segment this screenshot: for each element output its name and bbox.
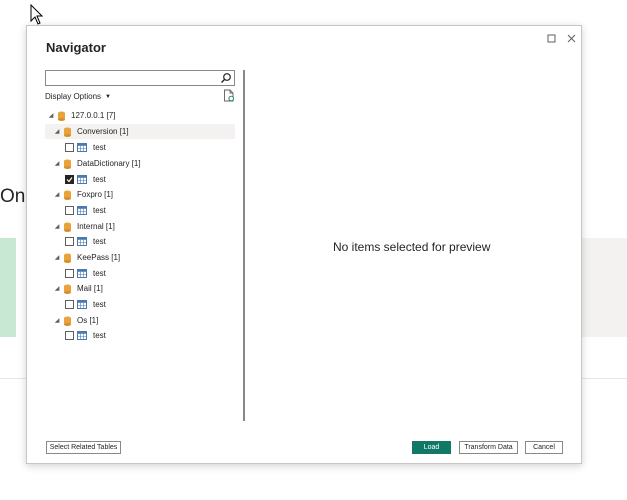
table-checkbox[interactable] (65, 237, 74, 246)
table-icon (77, 300, 87, 309)
transform-data-button[interactable]: Transform Data (459, 441, 518, 454)
checkmark-icon (66, 177, 73, 183)
background-partial-text: On (0, 186, 26, 207)
background-panel-grey (582, 238, 627, 337)
tree-db-label: Foxpro [1] (77, 190, 114, 199)
dialog-title: Navigator (46, 40, 106, 55)
search-input[interactable] (45, 70, 235, 86)
close-icon (567, 34, 575, 42)
tree-db-label: Os [1] (77, 316, 99, 325)
tree-db-label: Mail [1] (77, 284, 103, 293)
collapse-arrow-icon[interactable]: ◢ (53, 223, 61, 230)
table-icon (77, 331, 87, 340)
database-icon (64, 159, 71, 169)
table-icon (77, 143, 87, 152)
database-icon (64, 284, 71, 294)
table-icon (77, 237, 87, 246)
tree-db-datadictionary[interactable]: ◢ DataDictionary [1] (53, 156, 141, 171)
table-icon (77, 206, 87, 215)
preview-empty-message: No items selected for preview (333, 240, 491, 254)
maximize-button[interactable] (543, 30, 559, 46)
tree-root-label: 127.0.0.1 [7] (71, 111, 116, 120)
tree-table-label: test (93, 206, 106, 215)
mouse-pointer-icon (30, 4, 44, 25)
tree-table-row[interactable]: test (65, 266, 106, 281)
collapse-arrow-icon[interactable]: ◢ (53, 160, 61, 167)
tree-db-label: Conversion [1] (77, 127, 129, 136)
cancel-button[interactable]: Cancel (525, 441, 563, 454)
table-checkbox[interactable] (65, 300, 74, 309)
tree-db-mail[interactable]: ◢ Mail [1] (53, 281, 103, 296)
search-icon[interactable] (220, 72, 232, 84)
refresh-icon[interactable] (223, 89, 235, 102)
table-icon (77, 269, 87, 278)
tree-db-foxpro[interactable]: ◢ Foxpro [1] (53, 187, 113, 202)
tree-table-label: test (93, 300, 106, 309)
background-panel-green (0, 238, 16, 337)
close-button[interactable] (563, 30, 579, 46)
tree-table-label: test (93, 331, 106, 340)
tree-db-label: KeePass [1] (77, 253, 121, 262)
maximize-icon (547, 34, 555, 42)
table-checkbox-checked[interactable] (65, 175, 74, 184)
pane-divider[interactable] (243, 70, 245, 421)
table-checkbox[interactable] (65, 269, 74, 278)
tree-table-label: test (93, 175, 106, 184)
tree-root[interactable]: ◢ 127.0.0.1 [7] (47, 108, 115, 123)
tree-table-row[interactable]: test (65, 203, 106, 218)
table-checkbox[interactable] (65, 331, 74, 340)
collapse-arrow-icon[interactable]: ◢ (53, 128, 61, 135)
tree-db-keepass[interactable]: ◢ KeePass [1] (53, 250, 120, 265)
tree-table-label: test (93, 237, 106, 246)
tree-db-os[interactable]: ◢ Os [1] (53, 313, 98, 328)
tree-table-row[interactable]: test (65, 328, 106, 343)
tree-table-label: test (93, 143, 106, 152)
collapse-arrow-icon[interactable]: ◢ (53, 285, 61, 292)
database-icon (64, 222, 71, 232)
select-related-tables-button[interactable]: Select Related Tables (46, 441, 121, 454)
tree-db-internal[interactable]: ◢ Internal [1] (53, 219, 115, 234)
collapse-arrow-icon[interactable]: ◢ (53, 317, 61, 324)
load-button[interactable]: Load (412, 441, 451, 454)
table-checkbox[interactable] (65, 143, 74, 152)
tree-table-row[interactable]: test (65, 140, 106, 155)
table-icon (77, 175, 87, 184)
chevron-down-icon: ▼ (105, 93, 111, 100)
server-icon (58, 111, 65, 121)
collapse-arrow-icon[interactable]: ◢ (47, 112, 55, 119)
database-icon (64, 190, 71, 200)
tree-table-row[interactable]: test (65, 234, 106, 249)
database-icon (64, 127, 71, 137)
navigator-dialog: Navigator Display Options ▼ ◢ 127.0.0.1 … (26, 25, 582, 464)
table-checkbox[interactable] (65, 206, 74, 215)
tree-table-row[interactable]: test (65, 297, 106, 312)
database-icon (64, 316, 71, 326)
tree-table-row[interactable]: test (65, 172, 106, 187)
display-options-label: Display Options (45, 92, 102, 101)
database-icon (64, 253, 71, 263)
tree-db-label: Internal [1] (77, 222, 115, 231)
tree-table-label: test (93, 269, 106, 278)
collapse-arrow-icon[interactable]: ◢ (53, 191, 61, 198)
collapse-arrow-icon[interactable]: ◢ (53, 254, 61, 261)
display-options-dropdown[interactable]: Display Options ▼ (45, 92, 111, 101)
tree-db-label: DataDictionary [1] (77, 159, 141, 168)
tree-db-conversion[interactable]: ◢ Conversion [1] (45, 124, 235, 139)
